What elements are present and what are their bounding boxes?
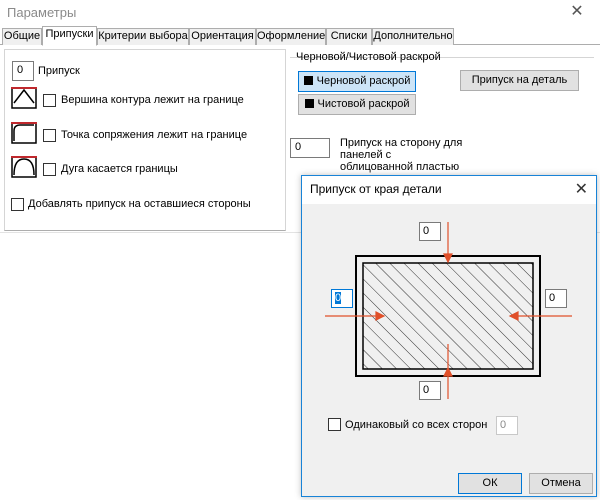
title-bar: Параметры ✕: [0, 0, 600, 26]
top-allowance-input[interactable]: 0: [419, 222, 441, 241]
rough-cut-label: Черновой раскрой: [316, 75, 411, 87]
tangent-point-on-boundary-checkbox[interactable]: [43, 129, 56, 142]
right-allowance-input[interactable]: 0: [545, 289, 567, 308]
side-allowance-input[interactable]: 0: [290, 138, 330, 158]
arc-touches-boundary-icon: [11, 156, 37, 178]
vertex-on-boundary-label: Вершина контура лежит на границе: [61, 94, 244, 106]
dialog-title: Припуск от края детали: [310, 182, 442, 196]
per-part-allowance-button[interactable]: Припуск на деталь: [460, 70, 579, 91]
arc-touches-boundary-checkbox[interactable]: [43, 163, 56, 176]
dialog-title-bar: Припуск от края детали ✕: [302, 176, 596, 204]
rough-cut-button[interactable]: Черновой раскрой: [298, 71, 416, 92]
finish-cut-label: Чистовой раскрой: [317, 98, 410, 110]
allowance-group: 0 Припуск Вершина контура лежит на грани…: [4, 49, 286, 231]
tab-strip: Общие Припуски Критерии выбора Ориентаци…: [0, 26, 600, 46]
tab-design[interactable]: Оформление: [256, 28, 326, 45]
part-edge-diagram: [325, 222, 572, 399]
rough-cut-icon: [303, 76, 313, 85]
left-allowance-value: 0: [335, 292, 342, 304]
allowance-label: Припуск: [38, 65, 80, 77]
parameters-window: Параметры ✕ Общие Припуски Критерии выбо…: [0, 0, 600, 500]
vertex-on-boundary-checkbox[interactable]: [43, 94, 56, 107]
tab-allowances[interactable]: Припуски: [42, 26, 97, 46]
finish-cut-button[interactable]: Чистовой раскрой: [298, 94, 416, 115]
tab-additional[interactable]: Дополнительно: [372, 28, 454, 45]
arc-touches-boundary-label: Дуга касается границы: [61, 163, 178, 175]
window-title: Параметры: [7, 5, 77, 20]
edge-allowance-dialog: Припуск от края детали ✕ 0 0 0 0 Одинако…: [301, 175, 597, 497]
finish-cut-icon: [304, 99, 314, 108]
tab-general[interactable]: Общие: [2, 28, 42, 45]
side-allowance-label: Припуск на сторону для панелей с облицов…: [340, 137, 463, 173]
bottom-allowance-input[interactable]: 0: [419, 381, 441, 400]
tangent-point-on-boundary-label: Точка сопряжения лежит на границе: [61, 129, 248, 141]
rough-finish-group-title: Черновой/Чистовой раскрой: [296, 51, 441, 63]
left-allowance-input[interactable]: 0: [331, 289, 353, 308]
close-icon[interactable]: ✕: [560, 1, 594, 25]
add-other-sides-label: Добавлять припуск на оставшиеся стороны: [28, 198, 251, 210]
add-other-sides-checkbox[interactable]: [11, 198, 24, 211]
tab-orientation[interactable]: Ориентация: [189, 28, 256, 45]
vertex-on-boundary-icon: [11, 87, 37, 109]
tangent-point-on-boundary-icon: [11, 122, 37, 144]
cancel-button[interactable]: Отмена: [529, 473, 593, 494]
tab-selection-criteria[interactable]: Критерии выбора: [97, 28, 189, 45]
rough-finish-group: [290, 57, 594, 127]
allowance-input[interactable]: 0: [12, 61, 34, 81]
same-all-sides-label: Одинаковый со всех сторон: [345, 419, 488, 431]
ok-button[interactable]: ОК: [458, 473, 522, 494]
dialog-close-icon[interactable]: ✕: [575, 179, 588, 199]
tab-lists[interactable]: Списки: [326, 28, 372, 45]
same-all-sides-input[interactable]: 0: [496, 416, 518, 435]
same-all-sides-checkbox[interactable]: [328, 418, 341, 431]
